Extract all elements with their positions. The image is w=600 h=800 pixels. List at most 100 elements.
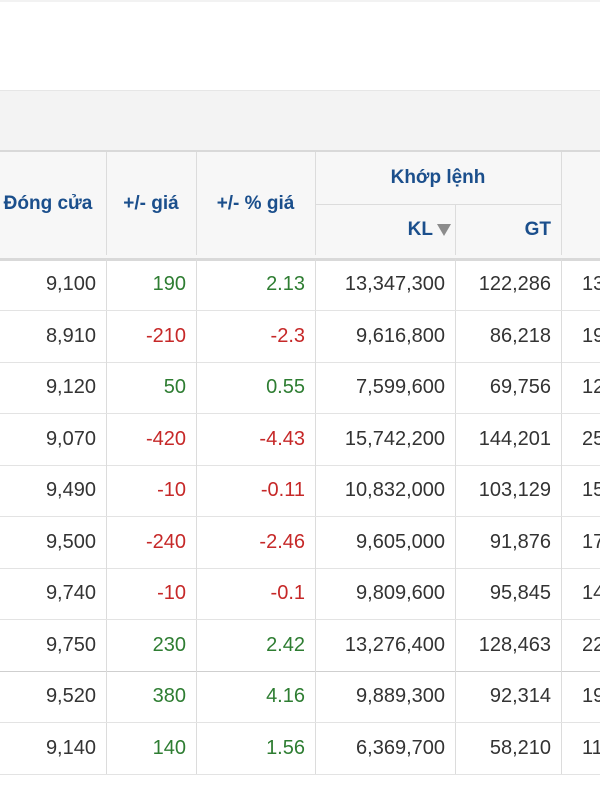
cell-change: -420	[145, 427, 186, 450]
table-row[interactable]: 9,120 50 0.55 7,599,600 69,756 12	[0, 362, 600, 414]
column-divider	[455, 259, 456, 310]
cell-kl: 13,276,400	[344, 633, 445, 656]
column-divider	[455, 465, 456, 516]
column-divider	[196, 568, 197, 619]
cell-gt: 103,129	[478, 479, 551, 501]
header-subdivider	[315, 204, 561, 205]
cell-kl: 9,809,600	[356, 582, 445, 604]
column-divider	[315, 310, 316, 362]
column-divider	[561, 465, 562, 516]
cell-kl: 9,889,300	[356, 685, 445, 707]
column-divider	[315, 516, 316, 568]
cell-change: 230	[152, 633, 186, 656]
cell-next: 19	[582, 685, 600, 707]
cell-gt: 91,876	[489, 530, 551, 553]
cell-gt: 128,463	[478, 633, 551, 656]
column-divider	[196, 516, 197, 568]
column-divider	[455, 671, 456, 722]
table-row[interactable]: 9,100 190 2.13 13,347,300 122,286 13	[0, 259, 600, 311]
cell-kl: 6,369,700	[356, 736, 445, 759]
cell-change: 380	[152, 685, 186, 707]
cell-change: -240	[145, 530, 186, 553]
column-divider	[196, 671, 197, 722]
table-row[interactable]: 9,520 380 4.16 9,889,300 92,314 19	[0, 671, 600, 723]
column-divider	[196, 722, 197, 774]
cell-kl: 7,599,600	[356, 376, 445, 398]
cell-change-pct: 0.55	[266, 376, 305, 398]
table-row[interactable]: 9,140 140 1.56 6,369,700 58,210 11	[0, 722, 600, 775]
cell-next: 22	[582, 633, 600, 656]
cell-kl: 13,347,300	[344, 273, 445, 295]
cell-close: 8,910	[45, 324, 96, 347]
cell-next: 15	[582, 479, 600, 501]
row-divider	[0, 773, 600, 775]
cell-change-pct: -4.43	[259, 427, 305, 450]
column-header-change[interactable]: +/- giá	[106, 152, 196, 255]
table-row[interactable]: 9,070 -420 -4.43 15,742,200 144,201 25	[0, 413, 600, 466]
table-row[interactable]: 9,500 -240 -2.46 9,605,000 91,876 17	[0, 516, 600, 569]
column-divider	[455, 568, 456, 619]
cell-kl: 9,605,000	[356, 530, 445, 553]
cell-close: 9,500	[45, 530, 96, 553]
cell-gt: 95,845	[489, 582, 551, 604]
cell-change-pct: 2.13	[266, 273, 305, 295]
table-row[interactable]: 9,740 -10 -0.1 9,809,600 95,845 14	[0, 568, 600, 620]
sort-desc-icon[interactable]	[437, 223, 451, 236]
column-divider	[455, 310, 456, 362]
column-divider	[106, 722, 107, 774]
column-divider	[106, 259, 107, 310]
column-divider	[106, 568, 107, 619]
column-header-close[interactable]: Đóng cửa	[0, 152, 106, 255]
cell-kl: 15,742,200	[344, 427, 445, 450]
column-divider	[561, 568, 562, 619]
column-header-kl[interactable]: KL	[315, 204, 455, 255]
cell-change: -10	[157, 479, 186, 501]
column-divider	[106, 516, 107, 568]
kl-label: KL	[407, 218, 433, 240]
cell-next: 19	[582, 324, 600, 347]
cell-next: 13	[582, 273, 600, 295]
cell-change-pct: 2.42	[266, 633, 305, 656]
header-divider	[196, 152, 197, 255]
header-divider	[106, 152, 107, 255]
cell-change: 190	[152, 273, 186, 295]
column-divider	[455, 619, 456, 671]
column-divider	[106, 619, 107, 671]
cell-next: 11	[582, 736, 600, 759]
column-divider	[196, 465, 197, 516]
cell-change-pct: -0.11	[260, 479, 305, 501]
cell-change: -210	[145, 324, 186, 347]
column-divider	[561, 619, 562, 671]
column-divider	[561, 516, 562, 568]
table-row[interactable]: 9,490 -10 -0.11 10,832,000 103,129 15	[0, 465, 600, 517]
cell-close: 9,490	[45, 479, 96, 501]
column-divider	[196, 362, 197, 413]
cell-gt: 86,218	[489, 324, 551, 347]
column-divider	[561, 671, 562, 722]
cell-change-pct: 4.16	[266, 685, 305, 707]
header-divider	[455, 204, 456, 255]
column-group-matched: Khớp lệnh	[390, 167, 486, 188]
column-divider	[455, 722, 456, 774]
cell-change-pct: -2.3	[270, 324, 305, 347]
column-divider	[315, 259, 316, 310]
cell-gt: 92,314	[489, 685, 551, 707]
table-row[interactable]: 9,750 230 2.42 13,276,400 128,463 22	[0, 619, 600, 672]
cell-gt: 144,201	[478, 427, 551, 450]
column-header-gt[interactable]: GT	[455, 204, 561, 255]
table-row[interactable]: 8,910 -210 -2.3 9,616,800 86,218 19	[0, 310, 600, 363]
cell-gt: 58,210	[489, 736, 551, 759]
cell-next: 17	[582, 530, 600, 553]
column-divider	[106, 671, 107, 722]
cell-close: 9,750	[45, 633, 96, 656]
table-header: Đóng cửa +/- giá +/- % giá Khớp lệnh KL …	[0, 150, 600, 261]
column-divider	[315, 413, 316, 465]
table-toolbar	[0, 90, 600, 151]
column-divider	[106, 310, 107, 362]
column-divider	[561, 413, 562, 465]
cell-change: 50	[163, 376, 186, 398]
cell-close: 9,740	[45, 582, 96, 604]
cell-close: 9,140	[45, 736, 96, 759]
column-header-change-pct[interactable]: +/- % giá	[196, 152, 315, 255]
column-divider	[106, 362, 107, 413]
